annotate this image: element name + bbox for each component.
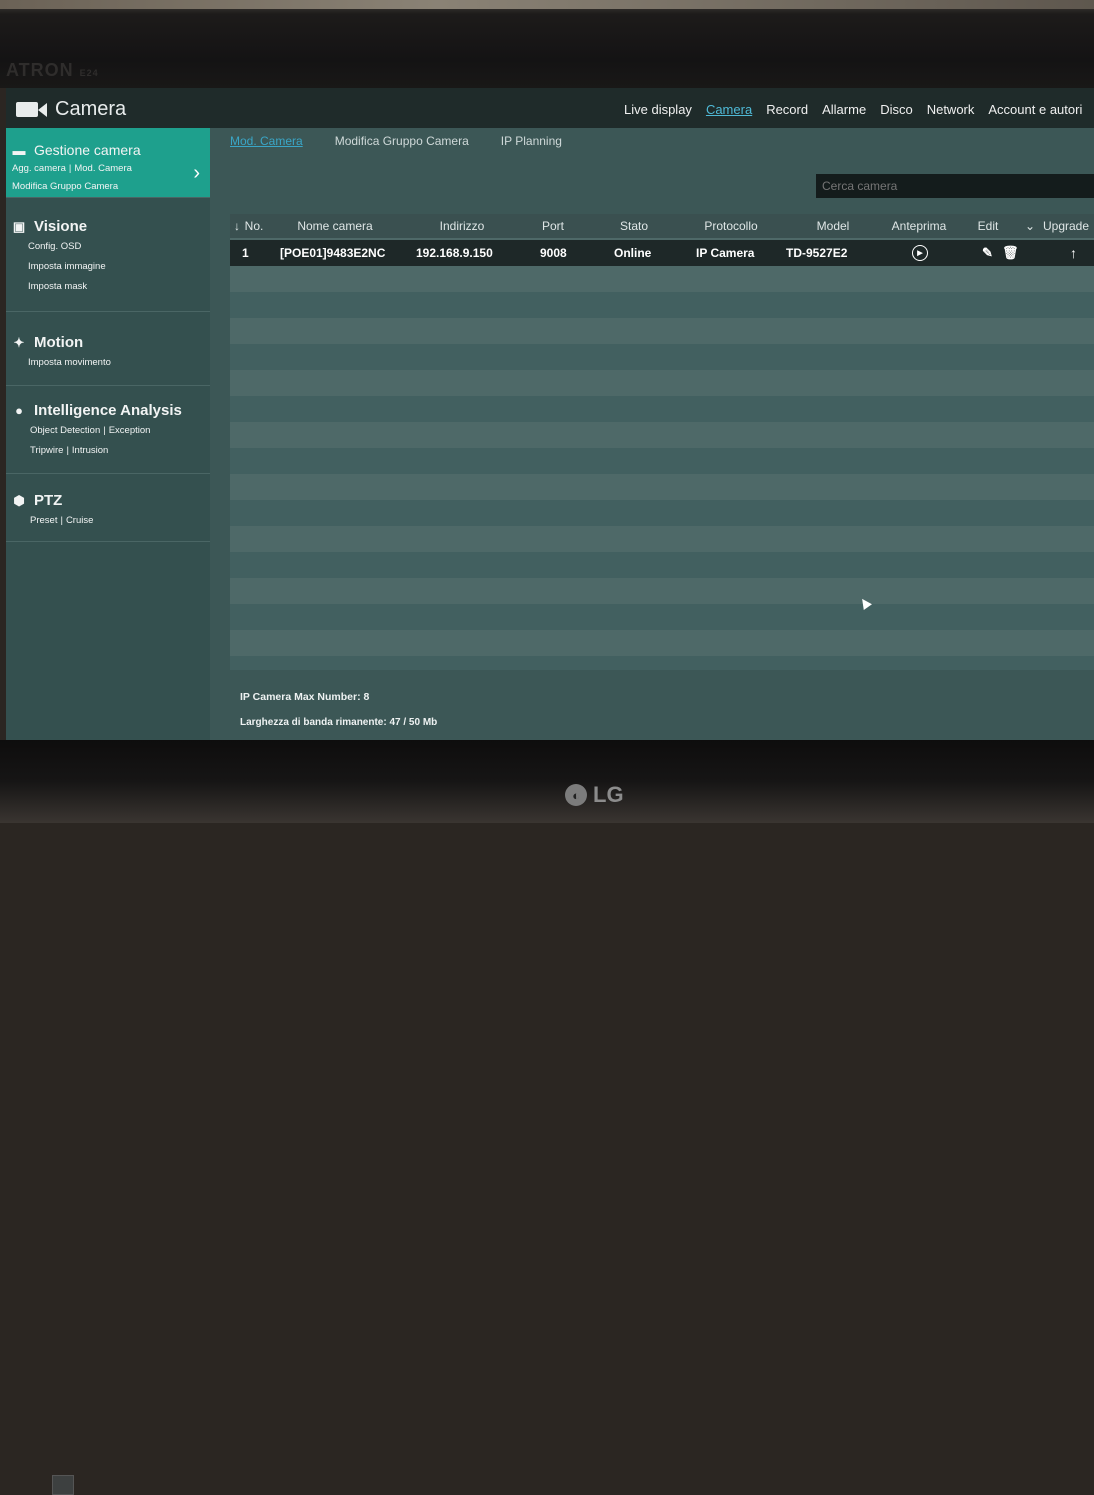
top-bar: Camera Live display Camera Record Allarm… — [6, 88, 1094, 128]
sidebar-links: Config. OSD Imposta immagine Imposta mas… — [28, 237, 210, 297]
running-person-icon: ✦ — [13, 334, 25, 350]
wall-background — [0, 0, 1094, 9]
monitor-bezel-top: ATRON E24 — [0, 0, 1094, 88]
sidebar-section-gestione-camera[interactable]: ▬ Gestione camera Agg. camera | Mod. Camer… — [6, 128, 210, 198]
sidebar: ▬ Gestione camera Agg. camera | Mod. Camer… — [6, 128, 210, 740]
monitor-model-text: E24 — [79, 68, 99, 78]
table-header: ↓ No. Nome camera Indirizzo Port Stato P… — [230, 214, 1094, 238]
top-navigation: Live display Camera Record Allarme Disco… — [624, 102, 1082, 117]
ptz-icon: ⬢ — [13, 492, 25, 508]
header-edit[interactable]: Edit — [968, 214, 1008, 238]
tab-ip-planning[interactable]: IP Planning — [501, 134, 562, 148]
search-camera-input[interactable] — [816, 174, 1094, 198]
header-protocol[interactable]: Protocollo — [690, 214, 772, 238]
camera-table: ↓ No. Nome camera Indirizzo Port Stato P… — [230, 214, 1094, 670]
nav-network[interactable]: Network — [927, 102, 975, 117]
cell-model: TD-9527E2 — [786, 246, 848, 260]
nav-allarme[interactable]: Allarme — [822, 102, 866, 117]
monitor-sticker — [52, 1475, 74, 1495]
sidebar-section-visione[interactable]: ▣ Visione Config. OSD Imposta immagine I… — [6, 198, 210, 312]
subtabs: Mod. Camera Modifica Gruppo Camera IP Pl… — [230, 134, 562, 148]
tab-modifica-gruppo-camera[interactable]: Modifica Gruppo Camera — [335, 134, 469, 148]
sidebar-section-intelligence[interactable]: ● Intelligence Analysis Object Detection… — [6, 386, 210, 474]
sidebar-link-cruise[interactable]: Cruise — [66, 515, 93, 526]
sidebar-section-title: Gestione camera — [34, 142, 141, 158]
play-icon[interactable]: ▶ — [912, 240, 928, 266]
sidebar-section-motion[interactable]: ✦ Motion Imposta movimento — [6, 312, 210, 386]
monitor-brand-label: ATRON E24 — [6, 60, 99, 81]
sidebar-section-header: ▬ Gestione camera — [12, 142, 210, 158]
sidebar-links: Agg. camera | Mod. Camera Modifica Gruppo … — [12, 163, 132, 192]
sidebar-section-header: ● Intelligence Analysis — [12, 402, 210, 419]
nav-camera[interactable]: Camera — [706, 102, 752, 117]
lg-logo: ◐ LG — [565, 782, 624, 808]
sidebar-link-agg-camera[interactable]: Agg. camera — [12, 163, 66, 174]
cell-no: 1 — [242, 246, 249, 260]
header-model[interactable]: Model — [786, 214, 880, 238]
sidebar-link-imposta-mask[interactable]: Imposta mask — [28, 281, 87, 292]
sidebar-link-config-osd[interactable]: Config. OSD — [28, 241, 81, 252]
header-name[interactable]: Nome camera — [280, 214, 390, 238]
sidebar-section-header: ✦ Motion — [12, 334, 210, 351]
footer-info: IP Camera Max Number: 8 Larghezza di ban… — [240, 684, 437, 736]
sidebar-link-object-detection[interactable]: Object Detection — [30, 425, 100, 436]
table-row[interactable]: 1 [POE01]9483E2NC 192.168.9.150 9008 Onl… — [230, 240, 1094, 266]
lg-circle-icon: ◐ — [565, 784, 587, 806]
sidebar-link-exception[interactable]: Exception — [109, 425, 151, 436]
pencil-icon[interactable]: ✎ — [982, 240, 993, 266]
header-upgrade[interactable]: Upgrade — [1038, 214, 1094, 238]
max-number-text: IP Camera Max Number: 8 — [240, 691, 370, 703]
tab-mod-camera[interactable]: Mod. Camera — [230, 134, 303, 148]
header-status[interactable]: Stato — [602, 214, 666, 238]
mouse-pointer-icon — [858, 596, 872, 610]
app-title-text: Camera — [55, 98, 127, 120]
nav-disco[interactable]: Disco — [880, 102, 913, 117]
header-preview[interactable]: Anteprima — [882, 214, 956, 238]
analysis-icon: ● — [15, 403, 23, 418]
sidebar-section-title: Motion — [34, 334, 84, 351]
nvr-screen: Camera Live display Camera Record Allarm… — [6, 88, 1094, 740]
nav-record[interactable]: Record — [766, 102, 808, 117]
sidebar-section-header: ▣ Visione — [12, 218, 210, 235]
chevron-down-icon[interactable]: ⌄ — [1022, 214, 1038, 238]
trash-icon[interactable]: 🗑 — [1002, 240, 1019, 266]
sidebar-link-modifica-gruppo[interactable]: Modifica Gruppo Camera — [12, 181, 118, 192]
display-icon: ▣ — [12, 218, 26, 234]
app-title: Camera — [16, 98, 126, 121]
camera-icon: ▬ — [12, 142, 26, 158]
cell-name: [POE01]9483E2NC — [280, 246, 386, 260]
sidebar-link-tripwire[interactable]: Tripwire — [30, 445, 63, 456]
sidebar-link-mod-camera[interactable]: Mod. Camera — [74, 163, 132, 174]
sidebar-section-ptz[interactable]: ⬢ PTZ Preset | Cruise — [6, 474, 210, 542]
cell-protocol: IP Camera — [696, 246, 755, 260]
sidebar-links: Imposta movimento — [28, 353, 210, 373]
header-address[interactable]: Indirizzo — [410, 214, 514, 238]
sidebar-link-imposta-movimento[interactable]: Imposta movimento — [28, 357, 111, 368]
bandwidth-text: Larghezza di banda rimanente: 47 / 50 Mb — [240, 717, 438, 728]
sidebar-section-title: Intelligence Analysis — [34, 402, 182, 419]
sidebar-link-intrusion[interactable]: Intrusion — [72, 445, 108, 456]
sidebar-section-header: ⬢ PTZ — [12, 492, 210, 509]
main-content: Mod. Camera Modifica Gruppo Camera IP Pl… — [210, 128, 1094, 740]
sidebar-section-title: Visione — [34, 218, 88, 235]
camera-icon — [16, 102, 47, 117]
monitor-bezel-bottom — [0, 740, 1094, 1495]
cell-address: 192.168.9.150 — [416, 246, 493, 260]
nav-account[interactable]: Account e autori — [988, 102, 1082, 117]
sidebar-links: Preset | Cruise — [30, 515, 94, 526]
nav-live-display[interactable]: Live display — [624, 102, 692, 117]
upgrade-arrow-icon[interactable]: ↑ — [1070, 240, 1077, 266]
sidebar-section-title: PTZ — [34, 492, 63, 509]
cell-status: Online — [614, 246, 652, 260]
monitor-brand-text: ATRON — [6, 60, 74, 80]
cell-port: 9008 — [540, 246, 567, 260]
sidebar-link-preset[interactable]: Preset — [30, 515, 57, 526]
header-port[interactable]: Port — [528, 214, 578, 238]
chevron-right-icon: › — [193, 162, 200, 184]
lg-brand-text: LG — [593, 782, 624, 807]
sidebar-link-imposta-immagine[interactable]: Imposta immagine — [28, 261, 106, 272]
header-no[interactable]: No. — [240, 214, 268, 238]
sidebar-links: Object Detection | Exception Tripwire | Intr… — [30, 425, 151, 456]
